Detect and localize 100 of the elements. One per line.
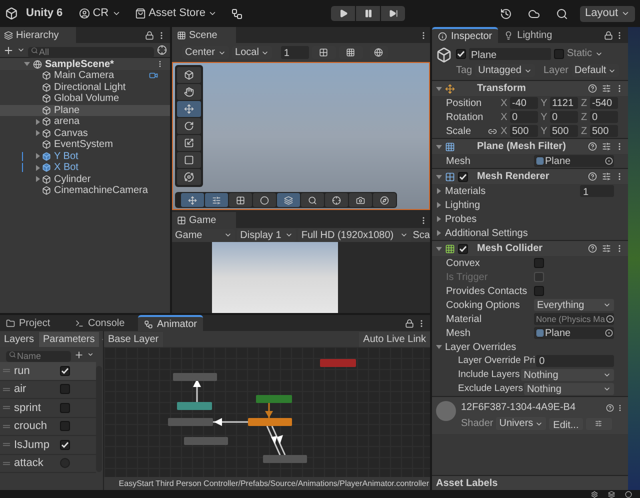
presets-icon[interactable] (602, 172, 611, 181)
overlay-tool-button[interactable] (325, 193, 348, 207)
panel-tab[interactable]: Inspector (432, 27, 498, 43)
object-name-input[interactable]: Plane (469, 48, 551, 60)
overlay-tool-button[interactable] (301, 193, 324, 207)
drag-handle-icon[interactable] (3, 462, 10, 465)
checkbox[interactable] (534, 258, 544, 268)
bool-checkbox[interactable] (60, 421, 70, 432)
drag-handle-icon[interactable] (3, 369, 10, 372)
cloud-icon[interactable] (528, 8, 540, 20)
help-icon[interactable] (588, 84, 597, 93)
parameter-row[interactable]: crouch (0, 418, 96, 436)
foldout-arrow-icon[interactable] (436, 216, 442, 222)
static-checkbox[interactable] (554, 48, 564, 58)
presets-icon[interactable] (602, 142, 611, 151)
foldout-label[interactable]: Lighting (445, 198, 480, 212)
number-field[interactable]: 500 (510, 125, 538, 137)
number-field[interactable]: 0 (550, 111, 578, 123)
dropdown[interactable]: Nothing (520, 369, 614, 381)
help-icon[interactable] (588, 172, 597, 181)
overlay-tool-button[interactable] (253, 193, 276, 207)
hierarchy-item[interactable]: Cylinder (0, 174, 170, 185)
number-field[interactable]: -540 (590, 97, 618, 109)
object-field[interactable]: None (Physics Ma (534, 313, 614, 325)
help-icon[interactable] (588, 244, 597, 253)
breadcrumb[interactable]: Base Layer (104, 332, 163, 346)
hierarchy-item[interactable]: CinemachineCamera (0, 185, 170, 196)
edit-button[interactable]: Edit... (549, 418, 583, 430)
expand-arrow-icon[interactable] (436, 246, 442, 252)
hierarchy-item[interactable]: Plane (0, 104, 170, 116)
hierarchy-item[interactable]: Canvas (0, 128, 170, 139)
transition-arrow[interactable] (266, 426, 286, 456)
tool-button[interactable] (177, 152, 201, 168)
caret-icon[interactable] (87, 351, 94, 358)
tool-button[interactable] (177, 67, 201, 83)
parameter-row[interactable]: attack (0, 454, 96, 473)
hierarchy-item[interactable]: arena (0, 116, 170, 128)
count-field[interactable]: 1 (580, 185, 614, 197)
bool-checkbox[interactable] (60, 402, 70, 413)
number-field[interactable]: 0 (590, 111, 618, 123)
help-icon[interactable] (606, 404, 614, 412)
foldout-label[interactable]: Layer Overrides (445, 340, 516, 354)
expand-arrow-icon[interactable] (24, 61, 30, 67)
tool-button[interactable] (177, 135, 201, 151)
state-node[interactable] (168, 418, 213, 426)
asset-labels-header[interactable]: Asset Labels (432, 475, 628, 490)
hierarchy-item[interactable]: Main Camera (0, 70, 170, 82)
search-icon[interactable] (556, 8, 568, 20)
overlay-tool-button[interactable] (277, 193, 300, 207)
lock-icon[interactable] (604, 30, 613, 40)
drag-handle-icon[interactable] (3, 388, 10, 391)
parameter-search-field[interactable]: Name (6, 351, 71, 362)
state-node[interactable] (263, 455, 307, 463)
step-button[interactable] (381, 6, 406, 21)
list-dropdown[interactable] (586, 418, 612, 430)
play-button[interactable] (331, 6, 356, 21)
object-field[interactable]: Plane (534, 327, 614, 339)
scene-search-icon[interactable] (157, 45, 167, 55)
tool-button[interactable] (177, 101, 201, 117)
state-node[interactable] (320, 359, 356, 367)
scrollbar[interactable] (96, 366, 102, 472)
number-field[interactable]: 500 (550, 125, 578, 137)
panel-tab[interactable]: Animator (138, 315, 204, 331)
number-field[interactable]: 500 (590, 125, 618, 137)
link-icon[interactable] (488, 126, 497, 136)
number-field[interactable]: -40 (510, 97, 538, 109)
hierarchy-tab[interactable]: Hierarchy (0, 27, 76, 43)
bool-checkbox[interactable] (60, 366, 70, 376)
account-button[interactable]: CR (78, 5, 121, 22)
auto-live-link-button[interactable]: Auto Live Link (359, 332, 430, 346)
game-tab[interactable]: Game (172, 212, 236, 228)
expand-arrow-icon[interactable] (436, 174, 442, 180)
dropdown[interactable]: Nothing (524, 383, 614, 395)
caret-icon[interactable] (17, 46, 25, 54)
hierarchy-item[interactable]: Y Bot (0, 150, 170, 162)
checkbox[interactable] (534, 286, 544, 296)
expand-arrow-icon[interactable] (436, 86, 442, 92)
state-node[interactable] (173, 373, 217, 381)
version-control-icon[interactable] (231, 8, 244, 20)
overlay-tool-button[interactable] (373, 193, 396, 207)
tool-button[interactable] (177, 169, 201, 185)
settings-icon[interactable] (591, 490, 598, 498)
state-node[interactable] (184, 437, 228, 445)
drag-handle-icon[interactable] (3, 443, 10, 446)
lock-icon[interactable] (145, 30, 154, 40)
overlay-tool-button[interactable] (229, 193, 252, 207)
state-node[interactable] (177, 402, 212, 410)
state-node[interactable] (248, 418, 292, 426)
sub-tab[interactable]: Parameters (39, 332, 99, 346)
snap-field[interactable]: 1 (280, 46, 309, 59)
layout-dropdown[interactable]: Layout (580, 6, 635, 22)
history-icon[interactable] (500, 8, 512, 20)
layers-icon[interactable] (608, 490, 615, 498)
overlay-tool-button[interactable] (205, 193, 228, 207)
asset-store-button[interactable]: Asset Store (134, 5, 218, 22)
overlay-tool-button[interactable] (349, 193, 372, 207)
enabled-checkbox[interactable] (458, 172, 468, 182)
overlay-tool-button[interactable] (181, 193, 204, 207)
hierarchy-item[interactable]: Directional Light (0, 82, 170, 93)
hierarchy-item[interactable]: EventSystem (0, 139, 170, 150)
